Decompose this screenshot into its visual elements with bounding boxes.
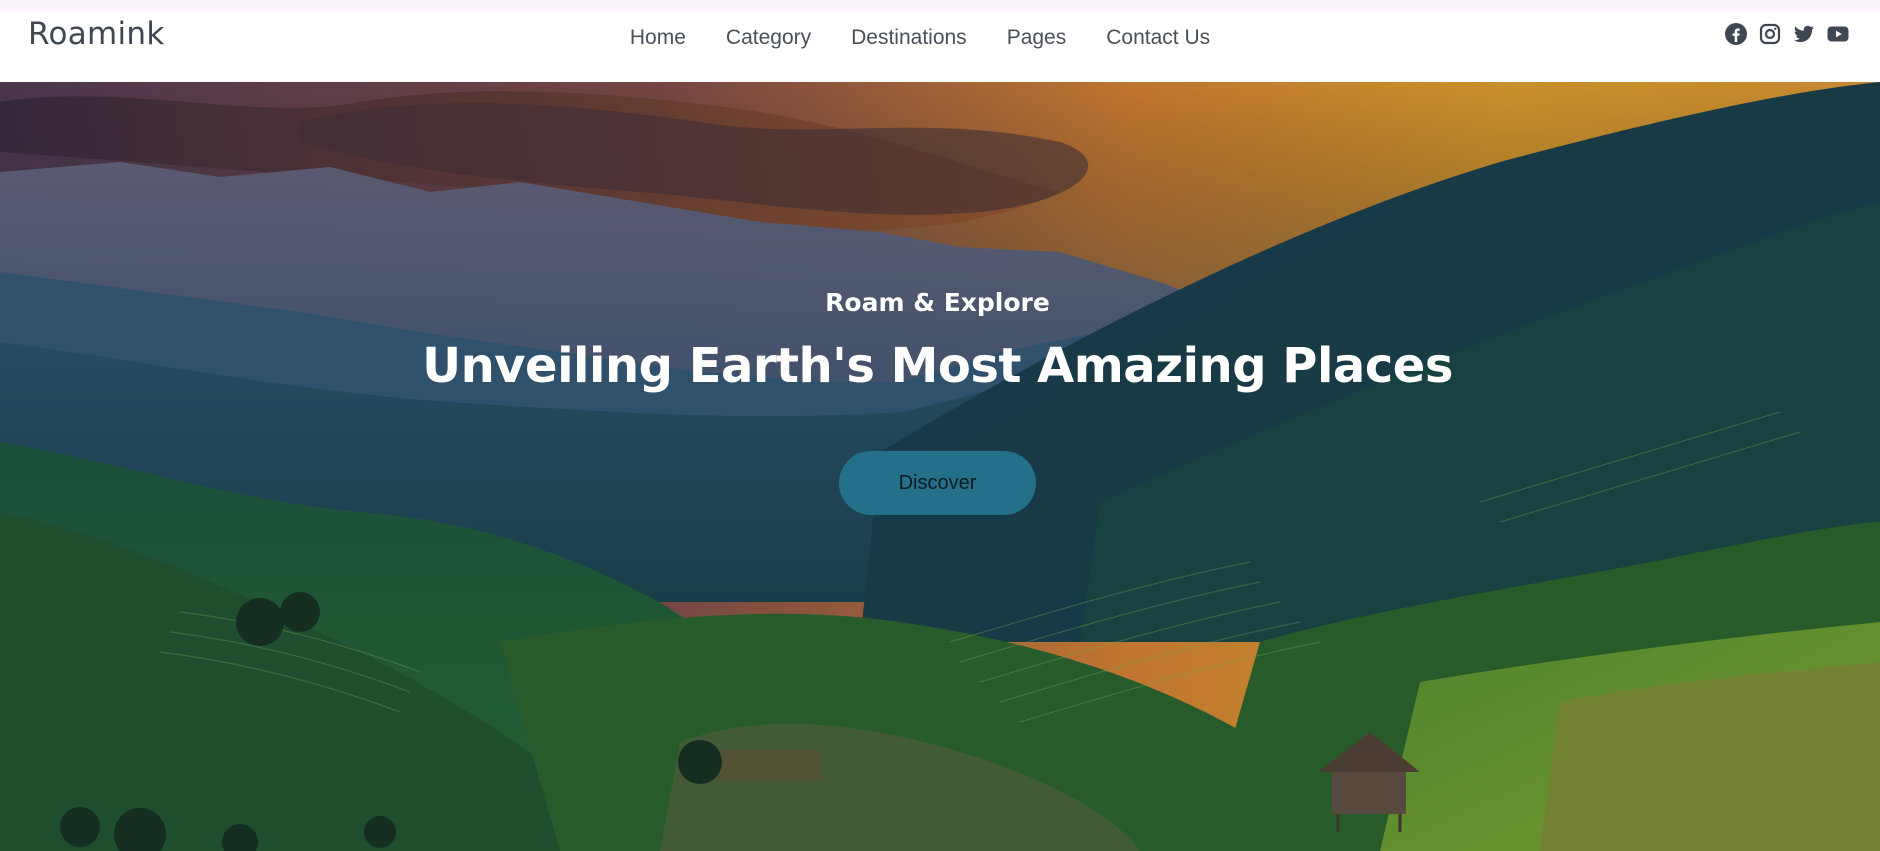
main-nav: Home Category Destinations Pages Contact… [0, 26, 1860, 50]
social-links [1724, 22, 1850, 46]
nav-link-destinations[interactable]: Destinations [831, 26, 987, 50]
nav-link-pages[interactable]: Pages [987, 26, 1087, 50]
nav-link-category[interactable]: Category [706, 26, 831, 50]
instagram-icon[interactable] [1758, 22, 1782, 46]
twitter-icon[interactable] [1792, 22, 1816, 46]
nav-link-contact-us[interactable]: Contact Us [1086, 26, 1230, 50]
youtube-icon[interactable] [1826, 22, 1850, 46]
top-strip [0, 0, 1880, 12]
hero-section: Roam & Explore Unveiling Earth's Most Am… [0, 82, 1880, 851]
hero-title: Unveiling Earth's Most Amazing Places [422, 338, 1453, 394]
navbar: Roamink Home Category Destinations Pages… [0, 12, 1880, 82]
facebook-icon[interactable] [1724, 22, 1748, 46]
discover-button[interactable]: Discover [839, 451, 1036, 515]
nav-link-home[interactable]: Home [610, 26, 706, 50]
hero-subtitle: Roam & Explore [825, 288, 1050, 317]
